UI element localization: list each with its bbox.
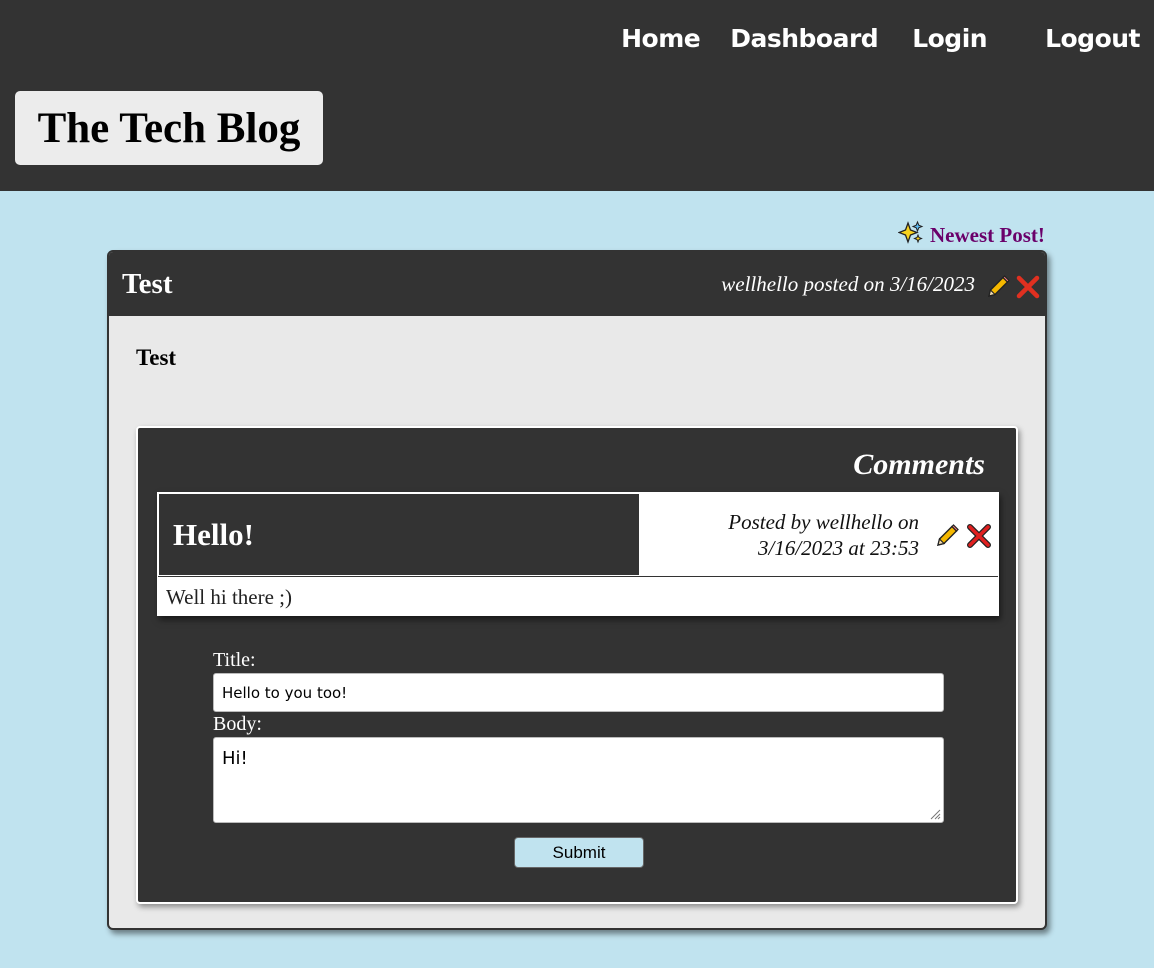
comment-meta-author: Posted by wellhello on (728, 510, 919, 534)
post-actions (985, 274, 1041, 305)
comment-title-cell: Hello! (158, 493, 640, 576)
comment-header: Hello! Posted by wellhello on 3/16/2023 … (158, 493, 998, 577)
comment-meta-date: 3/16/2023 at 23:53 (758, 536, 919, 560)
main-nav: Home Dashboard Login Logout (621, 24, 1140, 53)
newest-post-label: Newest Post! (930, 222, 1045, 247)
comment-meta: Posted by wellhello on 3/16/2023 at 23:5… (659, 509, 919, 561)
comments-heading: Comments (853, 448, 985, 481)
pencil-icon[interactable] (934, 523, 960, 554)
comments-section: Comments Hello! Posted by wellhello on 3… (136, 426, 1018, 904)
nav-home-link[interactable]: Home (621, 24, 701, 53)
cross-mark-icon[interactable] (966, 523, 992, 554)
nav-login-link[interactable]: Login (912, 24, 987, 53)
comment-title: Hello! (173, 517, 254, 552)
title-input[interactable] (213, 673, 944, 712)
comment-actions (934, 523, 992, 554)
cross-mark-icon[interactable] (1015, 274, 1041, 305)
title-label: Title: (213, 649, 256, 671)
resize-grip-icon[interactable] (928, 807, 941, 820)
post-header: Test wellhello posted on 3/16/2023 (109, 252, 1045, 316)
site-header: Home Dashboard Login Logout The Tech Blo… (0, 0, 1154, 191)
body-textarea[interactable]: Hi! (213, 737, 944, 823)
nav-logout-link[interactable]: Logout (1045, 24, 1140, 53)
body-label: Body: (213, 713, 262, 735)
post-meta: wellhello posted on 3/16/2023 (721, 272, 975, 296)
site-title[interactable]: The Tech Blog (15, 91, 323, 165)
newest-post-badge: Newest Post! (897, 220, 1045, 251)
sparkles-icon (897, 220, 924, 251)
submit-button[interactable]: Submit (514, 837, 644, 868)
pencil-icon[interactable] (985, 274, 1011, 305)
post-title[interactable]: Test (122, 268, 173, 301)
nav-dashboard-link[interactable]: Dashboard (730, 24, 878, 53)
comment-card: Hello! Posted by wellhello on 3/16/2023 … (157, 492, 999, 616)
comment-body: Well hi there ;) (166, 585, 293, 609)
post-card: Test wellhello posted on 3/16/2023 Test … (107, 250, 1047, 930)
post-body: Test (136, 345, 177, 370)
